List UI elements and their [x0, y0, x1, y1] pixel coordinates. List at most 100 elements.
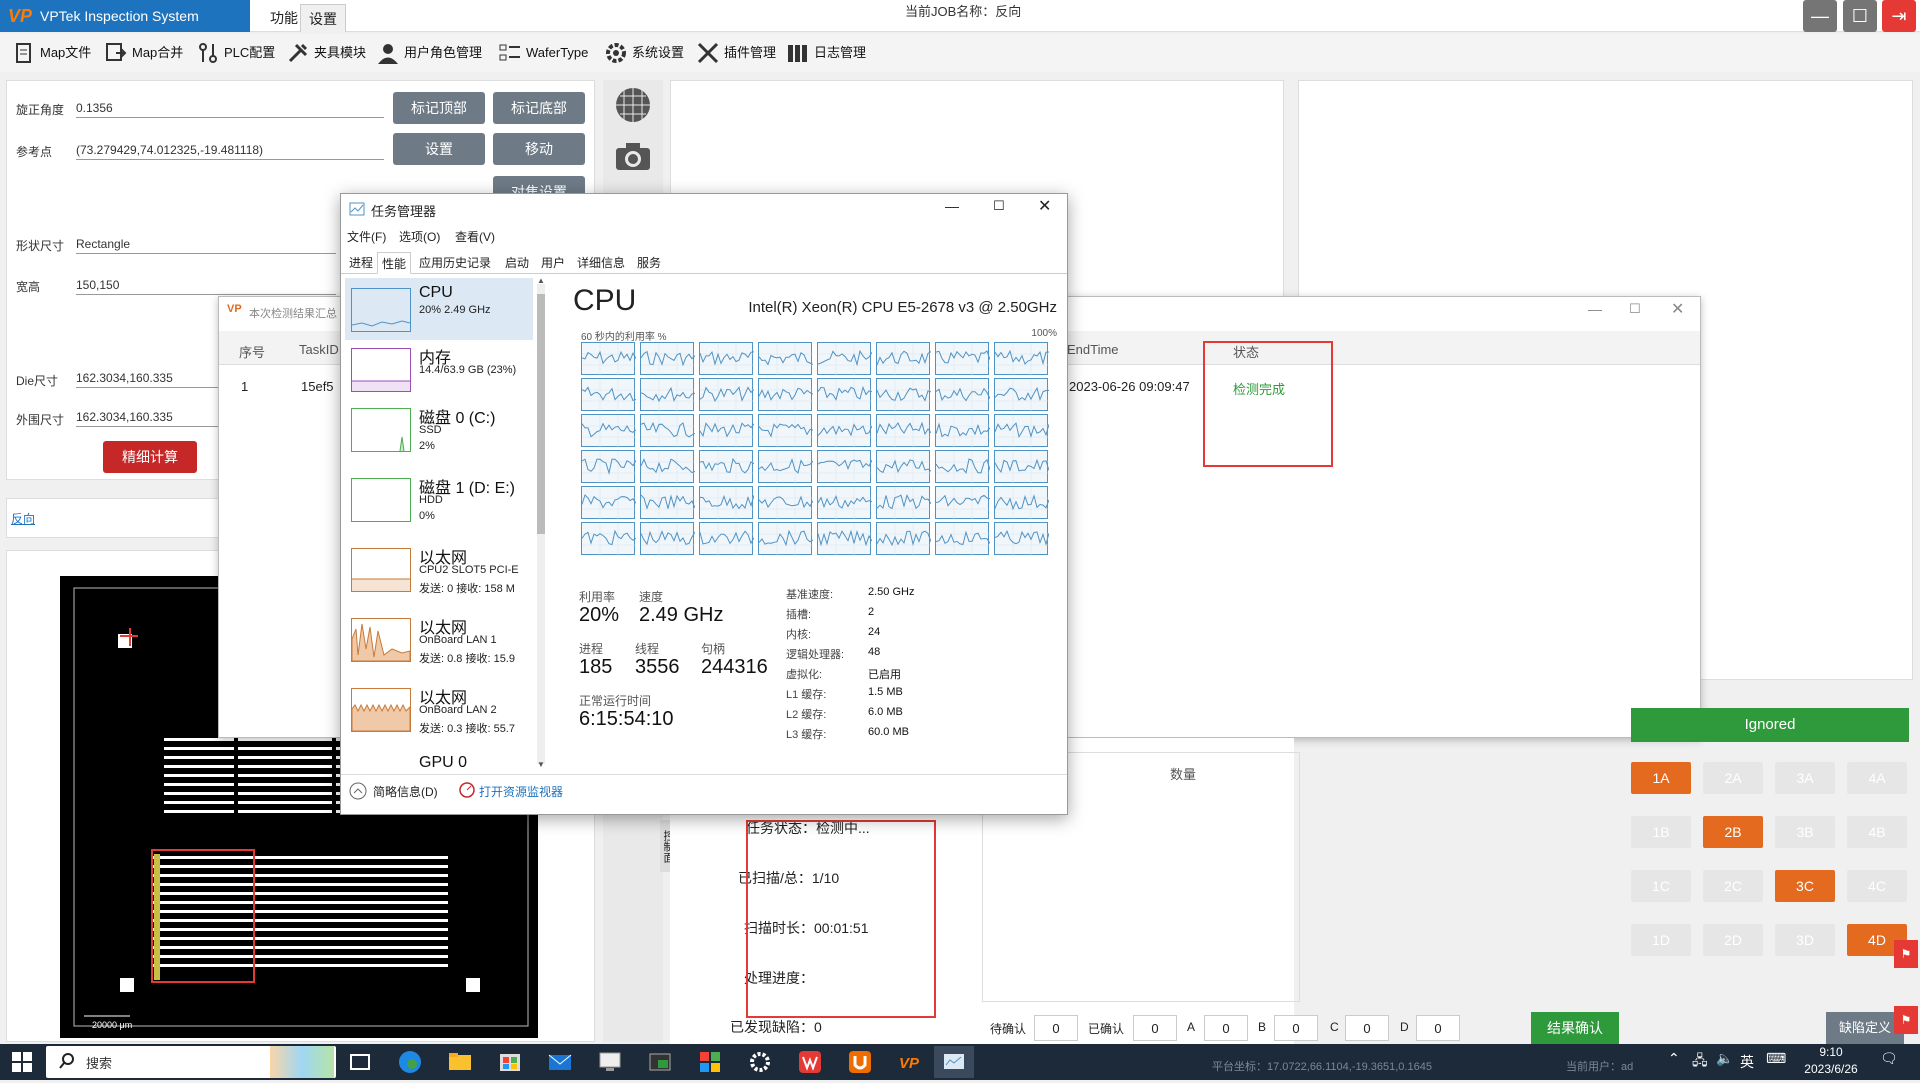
- set-button[interactable]: 设置: [393, 133, 485, 165]
- clock-date[interactable]: 2023/6/26: [1792, 1062, 1870, 1076]
- remote-desktop-icon[interactable]: [594, 1046, 626, 1078]
- rotate-field[interactable]: 0.1356: [76, 98, 384, 118]
- region-tile[interactable]: 3D: [1775, 924, 1835, 956]
- tab-details[interactable]: 详细信息: [573, 252, 629, 274]
- scroll-down-icon[interactable]: ▼: [537, 760, 545, 769]
- region-tile[interactable]: 2B: [1703, 816, 1763, 848]
- refpoint-field[interactable]: (73.279429,74.012325,-19.481118): [76, 140, 384, 160]
- die-size-field[interactable]: 162.3034,160.335: [76, 368, 236, 388]
- toolbar-plugins[interactable]: 插件管理: [696, 40, 776, 66]
- brief-info-link[interactable]: 简略信息(D): [373, 783, 438, 800]
- wps-icon[interactable]: [794, 1046, 826, 1078]
- network-icon[interactable]: 🖧: [1692, 1050, 1708, 1074]
- toolbar-map-file[interactable]: Map文件: [12, 40, 91, 66]
- side-flag-icon[interactable]: ⚑: [1894, 940, 1918, 968]
- toolbar-logs[interactable]: 日志管理: [786, 40, 866, 66]
- notification-icon[interactable]: 🗨: [1880, 1050, 1898, 1067]
- region-tile[interactable]: 1D: [1631, 924, 1691, 956]
- toolbar-fixture[interactable]: 夹具模块: [286, 40, 366, 66]
- taskmgr-minimize-button[interactable]: —: [945, 198, 959, 214]
- side-flag-icon-2[interactable]: ⚑: [1894, 1006, 1918, 1034]
- mark-bottom-button[interactable]: 标记底部: [493, 92, 585, 124]
- outer-size-field[interactable]: 162.3034,160.335: [76, 407, 236, 427]
- move-button[interactable]: 移动: [493, 133, 585, 165]
- ime-indicator[interactable]: 英: [1740, 1052, 1754, 1072]
- exit-button[interactable]: ⇥: [1882, 0, 1916, 32]
- sidebar-item-ethernet-3[interactable]: 以太网 OnBoard LAN 2 发送: 0.3 接收: 55.7: [345, 678, 533, 744]
- region-tile[interactable]: 1C: [1631, 870, 1691, 902]
- region-tile[interactable]: 3A: [1775, 762, 1835, 794]
- file-explorer-icon[interactable]: [444, 1046, 476, 1078]
- chevron-up-icon[interactable]: [349, 782, 367, 805]
- taskmgr-taskbar-icon[interactable]: [934, 1046, 974, 1078]
- sidebar-item-gpu[interactable]: GPU 0: [345, 748, 533, 768]
- sidebar-scrollbar[interactable]: [537, 284, 545, 764]
- tray-chevron-icon[interactable]: ⌃: [1668, 1050, 1680, 1067]
- menu-view[interactable]: 查看(V): [455, 228, 495, 245]
- summary-maximize-button[interactable]: ☐: [1629, 301, 1641, 317]
- toolbar-label: Map合并: [132, 45, 184, 60]
- sidebar-item-cpu[interactable]: CPU 20% 2.49 GHz: [345, 278, 533, 340]
- vp-app-icon[interactable]: VP: [894, 1046, 926, 1078]
- scroll-up-icon[interactable]: ▲: [537, 276, 545, 285]
- menu-file[interactable]: 文件(F): [347, 228, 386, 245]
- windows-start-icon[interactable]: [12, 1052, 32, 1077]
- edge-browser-icon[interactable]: [394, 1046, 426, 1078]
- region-tile[interactable]: 2D: [1703, 924, 1763, 956]
- colorful-app-icon[interactable]: [694, 1046, 726, 1078]
- ignored-button[interactable]: Ignored: [1631, 708, 1909, 742]
- task-view-icon[interactable]: [344, 1046, 376, 1078]
- region-tile[interactable]: 3B: [1775, 816, 1835, 848]
- summary-minimize-button[interactable]: —: [1588, 301, 1602, 317]
- region-tile[interactable]: 4A: [1847, 762, 1907, 794]
- region-tile[interactable]: 4B: [1847, 816, 1907, 848]
- toolbar-plc[interactable]: PLC配置: [196, 40, 275, 66]
- u-app-icon[interactable]: [844, 1046, 876, 1078]
- volume-icon[interactable]: 🔈: [1716, 1050, 1733, 1067]
- shape-field[interactable]: Rectangle: [76, 234, 336, 254]
- defect-define-button[interactable]: 缺陷定义: [1826, 1012, 1904, 1044]
- summary-close-button[interactable]: ✕: [1671, 299, 1684, 319]
- toolbar-map-merge[interactable]: Map合并: [104, 40, 183, 66]
- terminal-icon[interactable]: [644, 1046, 676, 1078]
- sidebar-item-disk1[interactable]: 磁盘 1 (D: E:) HDD 0%: [345, 468, 533, 534]
- tab-services[interactable]: 服务: [633, 252, 665, 274]
- toolbar-user-roles[interactable]: 用户角色管理: [376, 40, 482, 66]
- wh-field[interactable]: 150,150: [76, 275, 336, 295]
- taskmgr-close-button[interactable]: ✕: [1038, 196, 1051, 216]
- mail-icon[interactable]: [544, 1046, 576, 1078]
- menu-settings[interactable]: 设置: [300, 4, 346, 32]
- open-resource-monitor-link[interactable]: 打开资源监视器: [479, 783, 563, 800]
- tab-processes[interactable]: 进程: [345, 252, 377, 274]
- toolbar-system-settings[interactable]: 系统设置: [604, 40, 684, 66]
- region-tile[interactable]: 1A: [1631, 762, 1691, 794]
- settings-gear-icon[interactable]: [744, 1046, 776, 1078]
- fine-calc-button[interactable]: 精细计算: [103, 441, 197, 473]
- confirm-result-button[interactable]: 结果确认: [1531, 1012, 1619, 1044]
- tab-app-history[interactable]: 应用历史记录: [415, 252, 495, 274]
- menu-options[interactable]: 选项(O): [399, 228, 440, 245]
- maximize-button[interactable]: ☐: [1843, 0, 1877, 32]
- sidebar-item-ethernet-2[interactable]: 以太网 OnBoard LAN 1 发送: 0.8 接收: 15.9: [345, 608, 533, 674]
- tab-performance[interactable]: 性能: [377, 252, 412, 274]
- tab-startup[interactable]: 启动: [501, 252, 533, 274]
- toolbar-wafertype[interactable]: WaferType: [498, 40, 588, 66]
- clock-time[interactable]: 9:10: [1792, 1045, 1870, 1059]
- reverse-link[interactable]: 反向: [11, 510, 35, 527]
- taskmgr-maximize-button[interactable]: ☐: [993, 198, 1005, 214]
- store-icon[interactable]: [494, 1046, 526, 1078]
- sidebar-item-ethernet-1[interactable]: 以太网 CPU2 SLOT5 PCI-E 发送: 0 接收: 158 M: [345, 538, 533, 604]
- region-tile[interactable]: 4C: [1847, 870, 1907, 902]
- keyboard-icon[interactable]: ⌨: [1766, 1050, 1786, 1067]
- region-tile[interactable]: 2C: [1703, 870, 1763, 902]
- tab-users[interactable]: 用户: [537, 252, 569, 274]
- region-tile[interactable]: 1B: [1631, 816, 1691, 848]
- globe-icon[interactable]: [614, 86, 652, 124]
- sidebar-item-memory[interactable]: 内存 14.4/63.9 GB (23%): [345, 338, 533, 400]
- sidebar-item-disk0[interactable]: 磁盘 0 (C:) SSD 2%: [345, 398, 533, 464]
- region-tile[interactable]: 3C: [1775, 870, 1835, 902]
- region-tile[interactable]: 2A: [1703, 762, 1763, 794]
- mark-top-button[interactable]: 标记顶部: [393, 92, 485, 124]
- camera-icon[interactable]: [614, 140, 652, 172]
- minimize-button[interactable]: —: [1803, 0, 1837, 32]
